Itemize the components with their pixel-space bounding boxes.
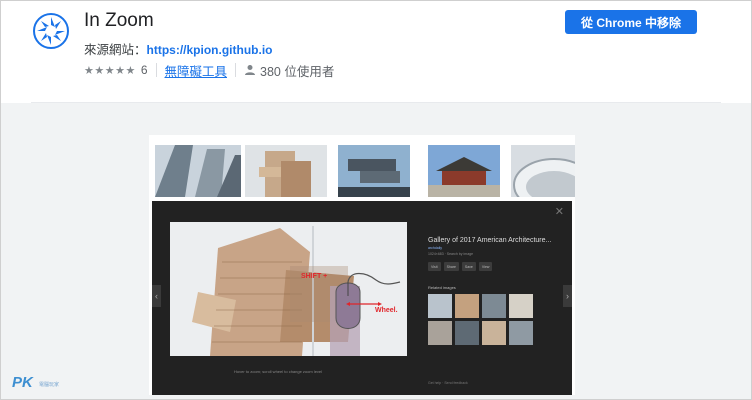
watermark-logo: PK	[12, 374, 33, 391]
watermark-subtitle: 電腦玩家	[39, 382, 60, 388]
meta-divider	[155, 63, 157, 77]
related-image[interactable]	[482, 321, 506, 345]
thumbnail-stacked-building[interactable]	[245, 145, 327, 197]
related-image[interactable]	[455, 294, 479, 318]
thumbnail-strip	[155, 145, 575, 197]
meta-row: ★★★★★ 6 無障礙工具 380 位使用者	[84, 61, 335, 80]
related-image[interactable]	[428, 294, 452, 318]
thumbnail-towers[interactable]	[155, 145, 241, 197]
rating-stars[interactable]: ★★★★★	[84, 64, 136, 77]
source-label: 來源網站：	[84, 43, 147, 57]
thumbnail-curved-building[interactable]	[511, 145, 575, 197]
extension-title: In Zoom	[84, 10, 154, 31]
close-icon[interactable]: ✕	[555, 205, 564, 218]
screenshot-image[interactable]: ✕ ‹ › SHIFT + Wheel. Hover to zoom; scro…	[149, 135, 575, 395]
image-info-panel: Gallery of 2017 American Architecture...…	[428, 237, 568, 345]
remove-from-chrome-button[interactable]: 從 Chrome 中移除	[565, 10, 697, 34]
related-label: Related images	[428, 285, 456, 290]
image-actions: Visit Share Save View	[428, 262, 568, 271]
image-title[interactable]: Gallery of 2017 American Architecture...	[428, 237, 568, 244]
extension-header: In Zoom 來源網站：https://kpion.github.io ★★★…	[1, 1, 751, 103]
category-link[interactable]: 無障礙工具	[165, 61, 228, 80]
related-image[interactable]	[482, 294, 506, 318]
related-image[interactable]	[509, 321, 533, 345]
preview-building-image	[170, 222, 407, 356]
related-images	[428, 294, 568, 345]
source-row: 來源網站：https://kpion.github.io	[84, 39, 273, 58]
meta-divider	[235, 63, 237, 77]
user-icon	[245, 65, 256, 75]
in-zoom-logo-icon	[33, 13, 69, 49]
zoom-preview[interactable]: SHIFT + Wheel.	[170, 222, 407, 356]
wheel-annotation: Wheel.	[375, 307, 398, 314]
image-size: 1024×683 · Search by image	[428, 252, 474, 256]
viewer-footer: Get help · Send feedback	[428, 381, 468, 385]
image-viewer: ✕ ‹ › SHIFT + Wheel. Hover to zoom; scro…	[152, 201, 572, 395]
related-image[interactable]	[509, 294, 533, 318]
user-count: 380 位使用者	[260, 64, 335, 79]
rating-count: 6	[140, 63, 148, 77]
view-button[interactable]: View	[478, 262, 493, 271]
related-image[interactable]	[428, 321, 452, 345]
previous-arrow-icon[interactable]: ‹	[152, 285, 161, 307]
share-button[interactable]: Share	[443, 262, 459, 271]
visit-button[interactable]: Visit	[428, 262, 441, 271]
thumbnail-temple[interactable]	[421, 145, 507, 197]
save-button[interactable]: Save	[461, 262, 476, 271]
source-link[interactable]: https://kpion.github.io	[147, 43, 273, 57]
related-image[interactable]	[455, 321, 479, 345]
thumbnail-cantilever[interactable]	[331, 145, 417, 197]
preview-caption: Hover to zoom; scroll wheel to change zo…	[234, 369, 323, 374]
shift-annotation: SHIFT +	[301, 273, 328, 280]
image-source[interactable]: archdaily	[428, 246, 568, 250]
